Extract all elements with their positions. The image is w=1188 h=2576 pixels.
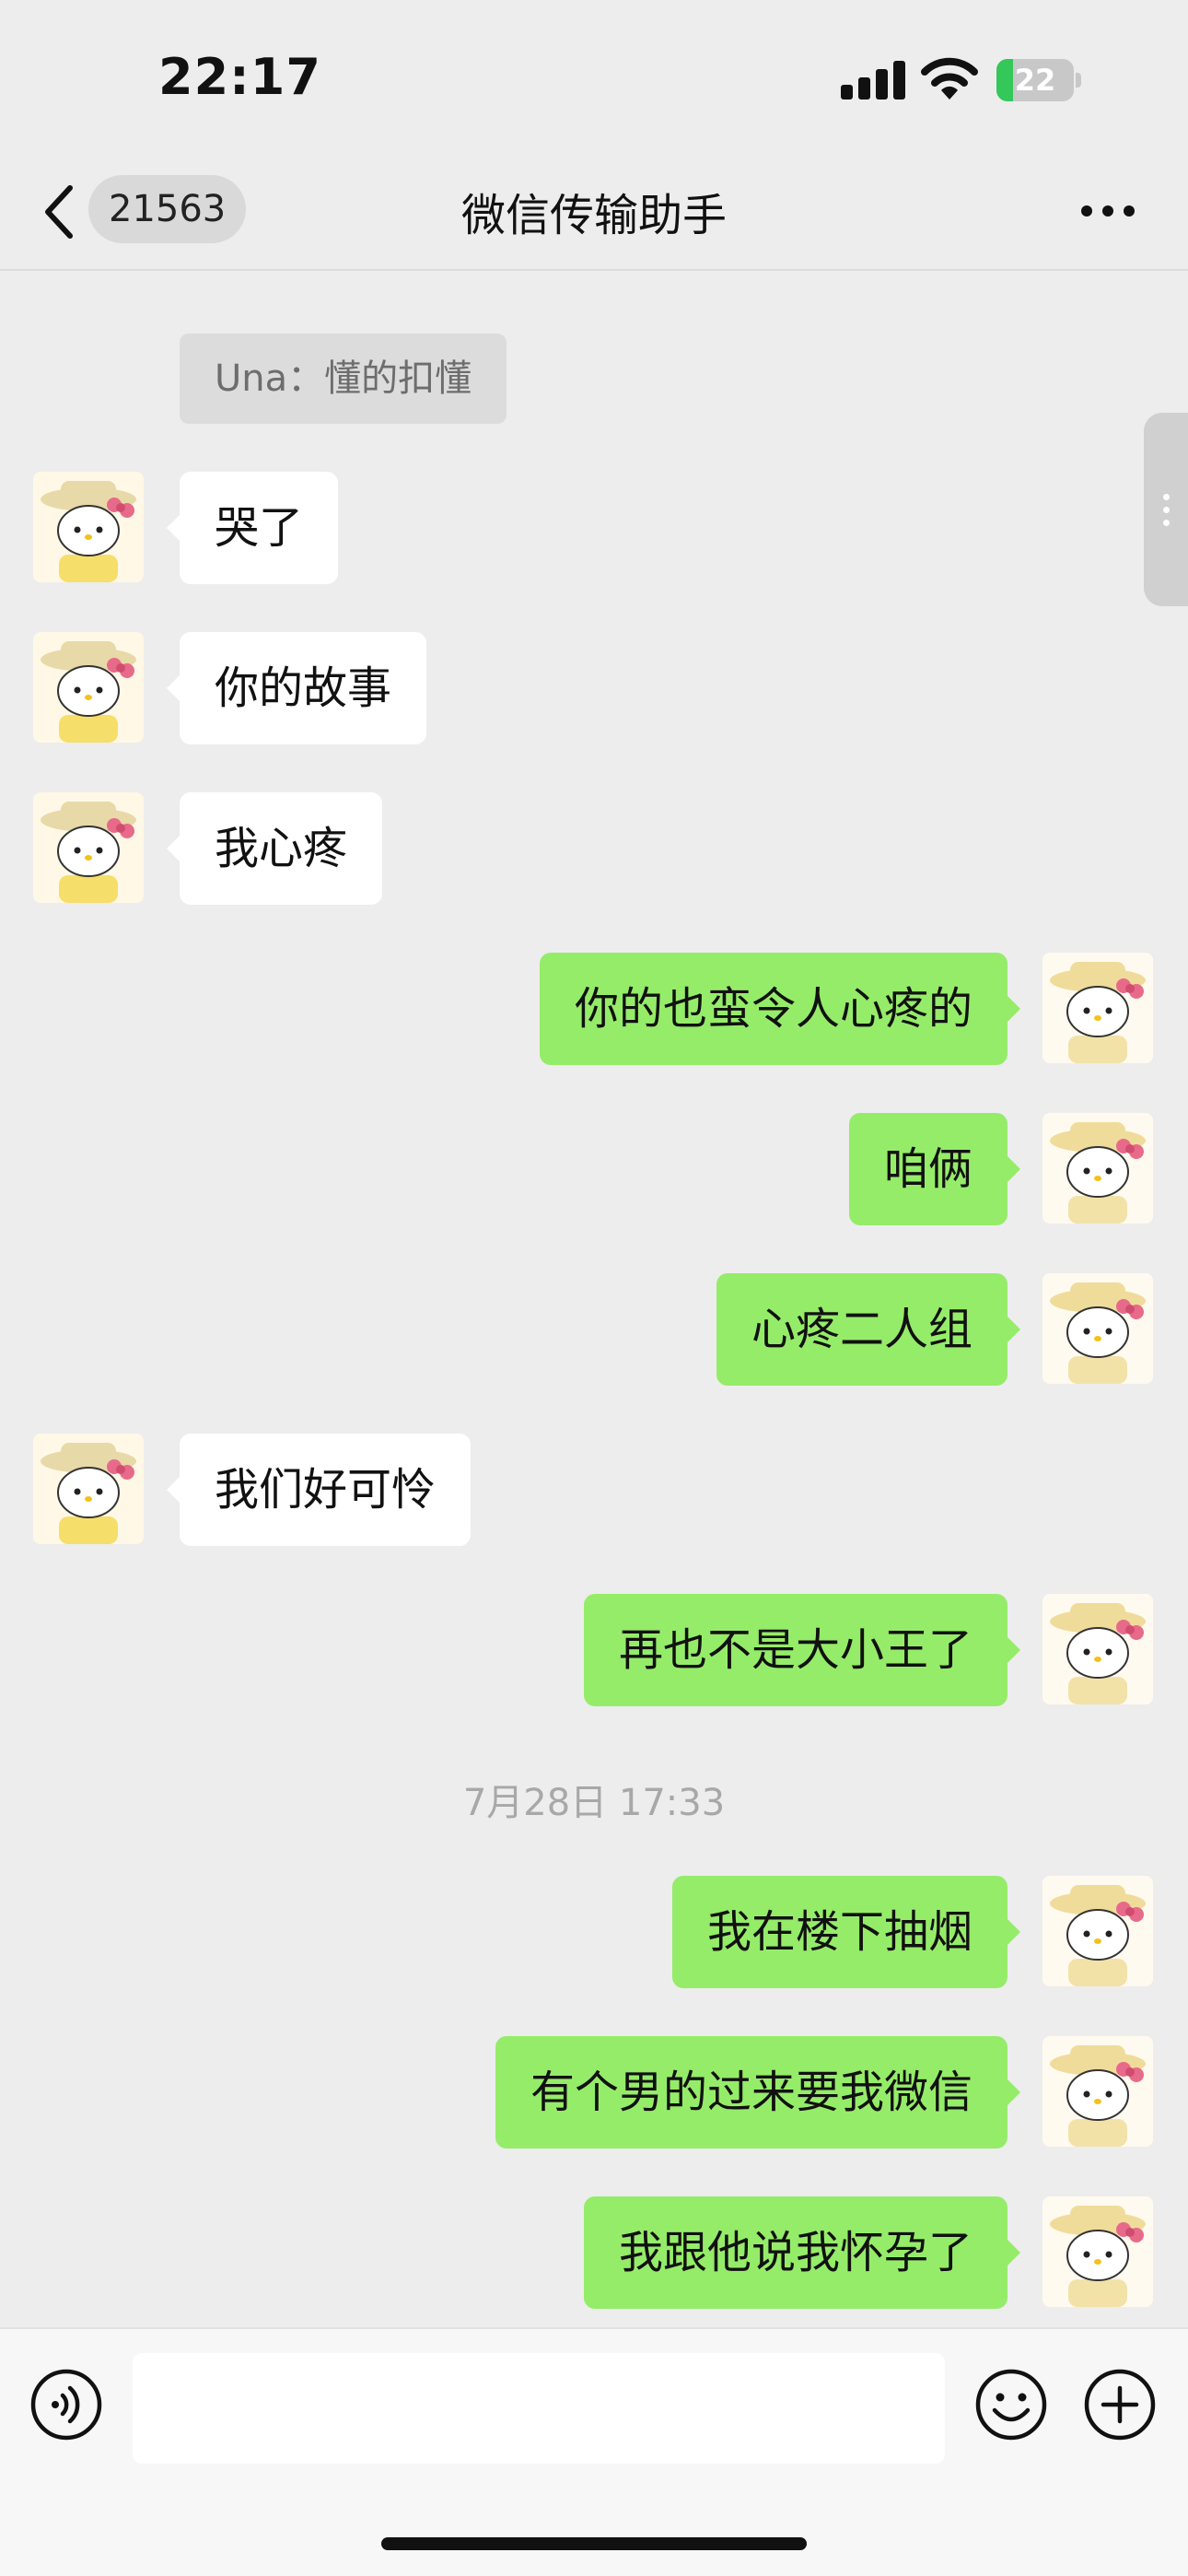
my-avatar[interactable] [1042, 1113, 1153, 1224]
incoming-message-bubble[interactable]: 哭了 [166, 472, 339, 584]
emoji-icon[interactable] [974, 2368, 1048, 2441]
voice-icon[interactable] [29, 2368, 103, 2441]
incoming-message-bubble[interactable]: 你的故事 [166, 632, 427, 744]
outgoing-message-bubble[interactable]: 我在楼下抽烟 [671, 1876, 1021, 1988]
contact-avatar[interactable] [33, 1434, 144, 1544]
my-avatar[interactable] [1042, 2196, 1153, 2307]
kitty-avatar-image [33, 792, 144, 903]
plus-icon[interactable] [1083, 2368, 1157, 2441]
outgoing-message-bubble[interactable]: 我跟他说我怀孕了 [583, 2196, 1021, 2309]
outgoing-message-bubble[interactable]: 咱俩 [848, 1113, 1021, 1225]
message-input[interactable] [133, 2353, 945, 2464]
kitty-avatar-image [1042, 2036, 1153, 2147]
cellular-signal-icon [841, 61, 907, 100]
my-avatar[interactable] [1042, 1273, 1153, 1384]
battery-level: 22 [1014, 63, 1056, 98]
outgoing-message-bubble[interactable]: 有个男的过来要我微信 [495, 2036, 1021, 2149]
back-icon[interactable] [33, 175, 88, 249]
kitty-avatar-image [1042, 953, 1153, 1063]
chat-screen: 22:17 22 21563 微信传输助手 Una：懂的扣懂 7月28日 17:… [0, 0, 1188, 2576]
kitty-avatar-image [33, 1434, 144, 1544]
message-timestamp: 7月28日 17:33 [462, 1782, 726, 1824]
contact-avatar[interactable] [33, 792, 144, 903]
home-indicator [381, 2537, 807, 2550]
status-time: 22:17 [158, 48, 321, 106]
kitty-avatar-image [1042, 1273, 1153, 1384]
contact-avatar[interactable] [33, 632, 144, 743]
status-bar: 22:17 22 [0, 0, 1188, 157]
more-icon[interactable] [1076, 188, 1140, 234]
outgoing-message-bubble[interactable]: 心疼二人组 [716, 1273, 1021, 1386]
battery-icon: 22 [996, 59, 1081, 101]
incoming-message-bubble[interactable]: 我心疼 [166, 792, 383, 905]
kitty-avatar-image [33, 472, 144, 582]
kitty-avatar-image [33, 632, 144, 743]
wifi-icon [921, 57, 978, 100]
my-avatar[interactable] [1042, 1876, 1153, 1986]
quoted-message[interactable]: Una：懂的扣懂 [180, 334, 507, 424]
kitty-avatar-image [1042, 1113, 1153, 1224]
scroll-handle[interactable] [1144, 413, 1188, 606]
contact-avatar[interactable] [33, 472, 144, 582]
kitty-avatar-image [1042, 2196, 1153, 2307]
my-avatar[interactable] [1042, 2036, 1153, 2147]
message-list[interactable]: Una：懂的扣懂 7月28日 17:33 懂哭了你的故事我心疼你的也蛮令人心疼的… [0, 271, 1188, 2327]
unread-count-badge[interactable]: 21563 [88, 175, 247, 243]
kitty-avatar-image [1042, 1594, 1153, 1704]
my-avatar[interactable] [1042, 953, 1153, 1063]
outgoing-message-bubble[interactable]: 你的也蛮令人心疼的 [539, 953, 1021, 1065]
outgoing-message-bubble[interactable]: 再也不是大小王了 [583, 1594, 1021, 1706]
kitty-avatar-image [1042, 1876, 1153, 1986]
incoming-message-bubble[interactable]: 我们好可怜 [166, 1434, 472, 1546]
my-avatar[interactable] [1042, 1594, 1153, 1704]
nav-bar: 21563 微信传输助手 [0, 157, 1188, 271]
